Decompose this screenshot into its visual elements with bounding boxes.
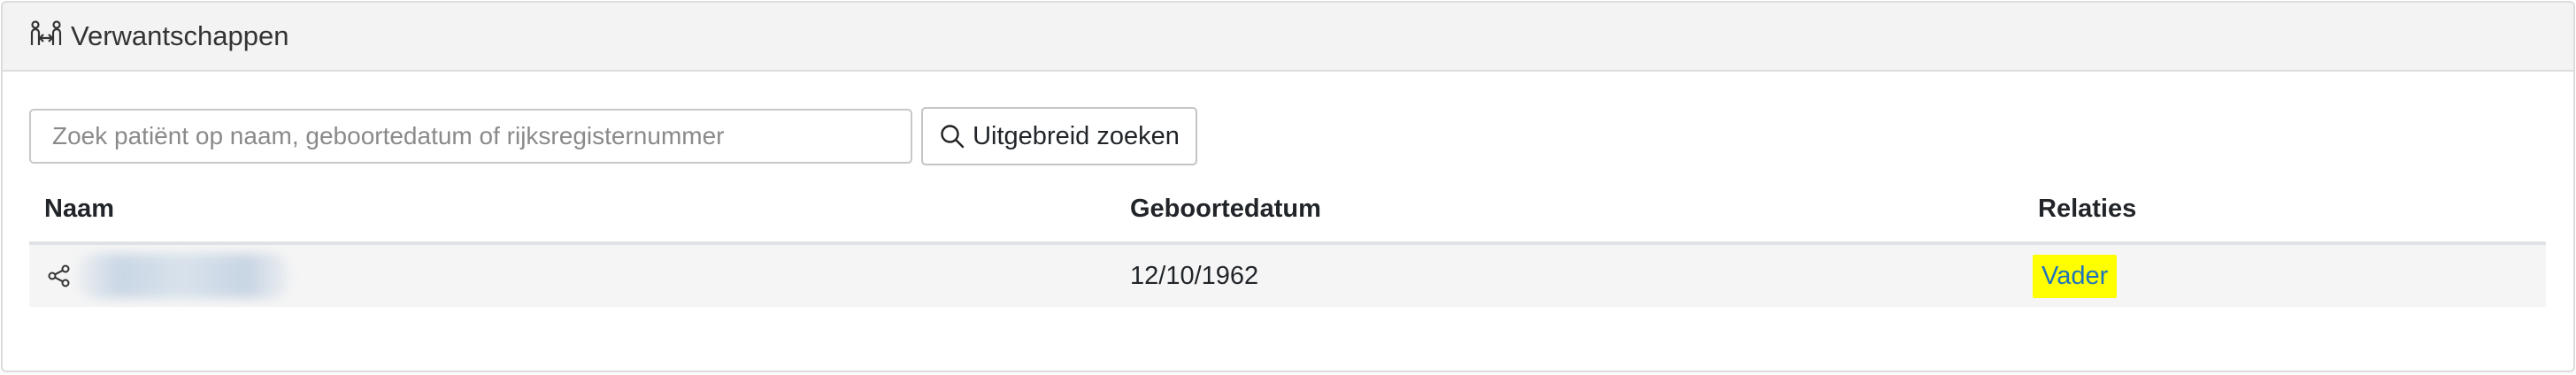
table-header: Naam Geboortedatum Relaties — [29, 180, 2546, 245]
relationships-panel: Verwantschappen Uitgebreid zoeken Naam G… — [1, 1, 2575, 372]
advanced-search-label: Uitgebreid zoeken — [973, 121, 1180, 150]
table-row[interactable]: 12/10/1962 Vader — [29, 245, 2546, 307]
column-header-relations: Relaties — [2038, 195, 2137, 223]
panel-title: Verwantschappen — [71, 20, 289, 51]
column-header-name: Naam — [44, 195, 114, 223]
name-cell — [47, 245, 289, 307]
relationships-table: Naam Geboortedatum Relaties 12/10/1962 V… — [29, 180, 2546, 307]
relation-badge[interactable]: Vader — [2033, 254, 2118, 298]
birthdate-cell: 12/10/1962 — [1130, 261, 1259, 290]
search-icon — [939, 123, 965, 149]
relation-cell: Vader — [2033, 245, 2118, 307]
patient-search-input[interactable] — [29, 109, 912, 164]
search-toolbar: Uitgebreid zoeken — [29, 107, 1197, 165]
relationship-icon — [28, 19, 64, 54]
column-header-birthdate: Geboortedatum — [1130, 195, 1321, 223]
panel-header: Verwantschappen — [3, 3, 2573, 72]
advanced-search-button[interactable]: Uitgebreid zoeken — [921, 107, 1197, 165]
share-icon[interactable] — [47, 264, 72, 288]
patient-name-redacted[interactable] — [77, 254, 289, 298]
